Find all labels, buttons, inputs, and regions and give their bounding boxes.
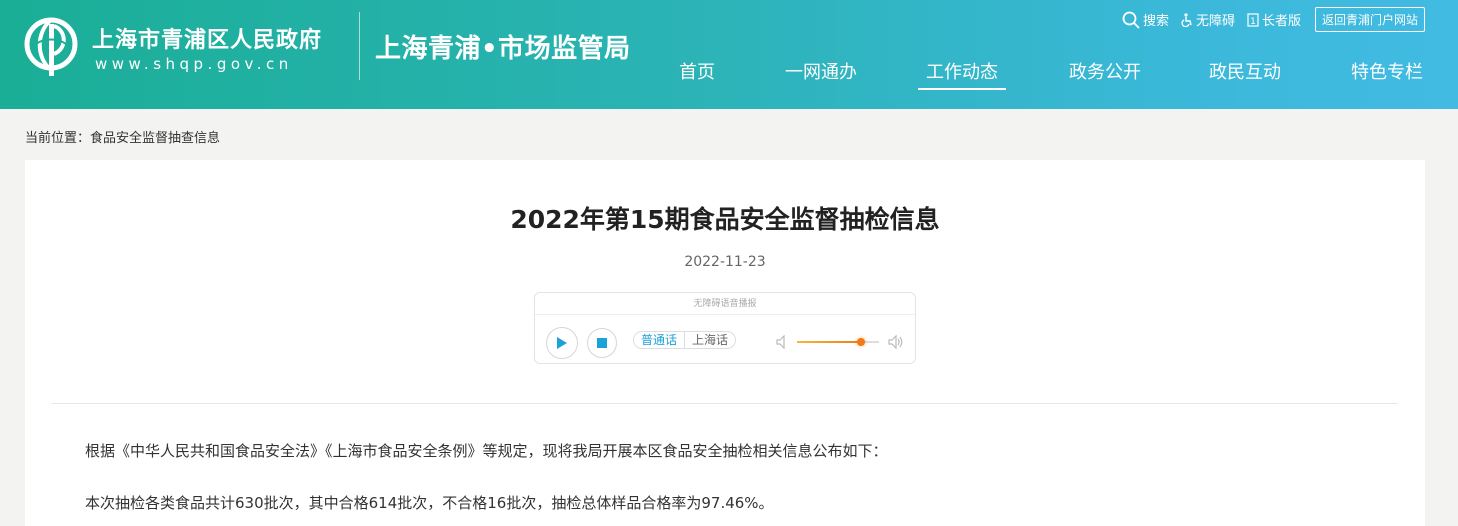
language-switch: 普通话 上海话 [633, 331, 737, 349]
lang-mandarin-option[interactable]: 普通话 [634, 332, 686, 348]
search-link[interactable]: 搜索 [1122, 10, 1169, 29]
breadcrumb: 当前位置：食品安全监督抽查信息 [25, 127, 220, 146]
accessibility-link-label: 无障碍 [1195, 14, 1235, 29]
volume-low-icon[interactable] [776, 335, 788, 349]
volume-high-icon[interactable] [888, 334, 904, 350]
play-button[interactable] [546, 327, 578, 359]
breadcrumb-prefix: 当前位置： [25, 131, 91, 146]
volume-slider-handle[interactable] [856, 338, 865, 346]
article-paragraph: 本次抽检各类食品共计630批次，其中合格614批次，不合格16批次，抽检总体样品… [85, 494, 774, 512]
header-divider [359, 12, 360, 80]
wheelchair-icon [1181, 12, 1192, 27]
svg-text:1: 1 [1250, 17, 1256, 27]
content-divider [52, 403, 1398, 404]
article-date: 2022-11-23 [684, 254, 766, 270]
search-link-label: 搜索 [1142, 14, 1169, 29]
elder-icon: 1 [1247, 12, 1259, 27]
article-card: 2022年第15期食品安全监督抽检信息 2022-11-23 无障碍语音播报 普… [25, 160, 1425, 526]
government-url: www.shqp.gov.cn [95, 55, 293, 73]
nav-item-home[interactable]: 首页 [678, 58, 716, 90]
breadcrumb-current-link[interactable]: 食品安全监督抽查信息 [90, 131, 220, 146]
volume-slider[interactable] [797, 338, 879, 346]
article-paragraph: 根据《中华人民共和国食品安全法》《上海市食品安全条例》等规定，现将我局开展本区食… [85, 442, 888, 460]
nav-item-one-stop-service[interactable]: 一网通办 [784, 58, 858, 90]
play-icon [557, 337, 567, 349]
audio-player: 无障碍语音播报 普通话 上海话 [534, 292, 916, 364]
elder-version-link[interactable]: 1 长者版 [1247, 10, 1301, 29]
nav-item-work-news[interactable]: 工作动态 [918, 58, 1006, 90]
stop-icon [597, 338, 607, 348]
volume-slider-fill [797, 341, 861, 343]
article-title: 2022年第15期食品安全监督抽检信息 [510, 205, 940, 234]
accessibility-link[interactable]: 无障碍 [1181, 10, 1235, 29]
top-links: 搜索 无障碍 1 长者版 返回青浦门户网站 [1110, 7, 1425, 32]
audio-player-label: 无障碍语音播报 [535, 293, 915, 315]
main-nav: 首页 一网通办 工作动态 政务公开 政民互动 特色专栏 [660, 58, 1440, 92]
bureau-name[interactable]: 上海青浦•市场监管局 [375, 28, 631, 65]
return-portal-button[interactable]: 返回青浦门户网站 [1314, 7, 1425, 32]
nav-item-public-interaction[interactable]: 政民互动 [1208, 58, 1282, 90]
search-icon [1122, 11, 1140, 29]
government-name[interactable]: 上海市青浦区人民政府 [92, 22, 322, 54]
elder-version-label: 长者版 [1261, 14, 1301, 29]
site-header: 上海市青浦区人民政府 www.shqp.gov.cn 上海青浦•市场监管局 搜索… [0, 0, 1458, 109]
government-emblem-logo[interactable] [24, 14, 82, 80]
lang-shanghainese-option[interactable]: 上海话 [685, 332, 735, 348]
nav-item-government-affairs[interactable]: 政务公开 [1068, 58, 1142, 90]
nav-item-special-column[interactable]: 特色专栏 [1350, 58, 1424, 90]
stop-button[interactable] [587, 328, 617, 358]
